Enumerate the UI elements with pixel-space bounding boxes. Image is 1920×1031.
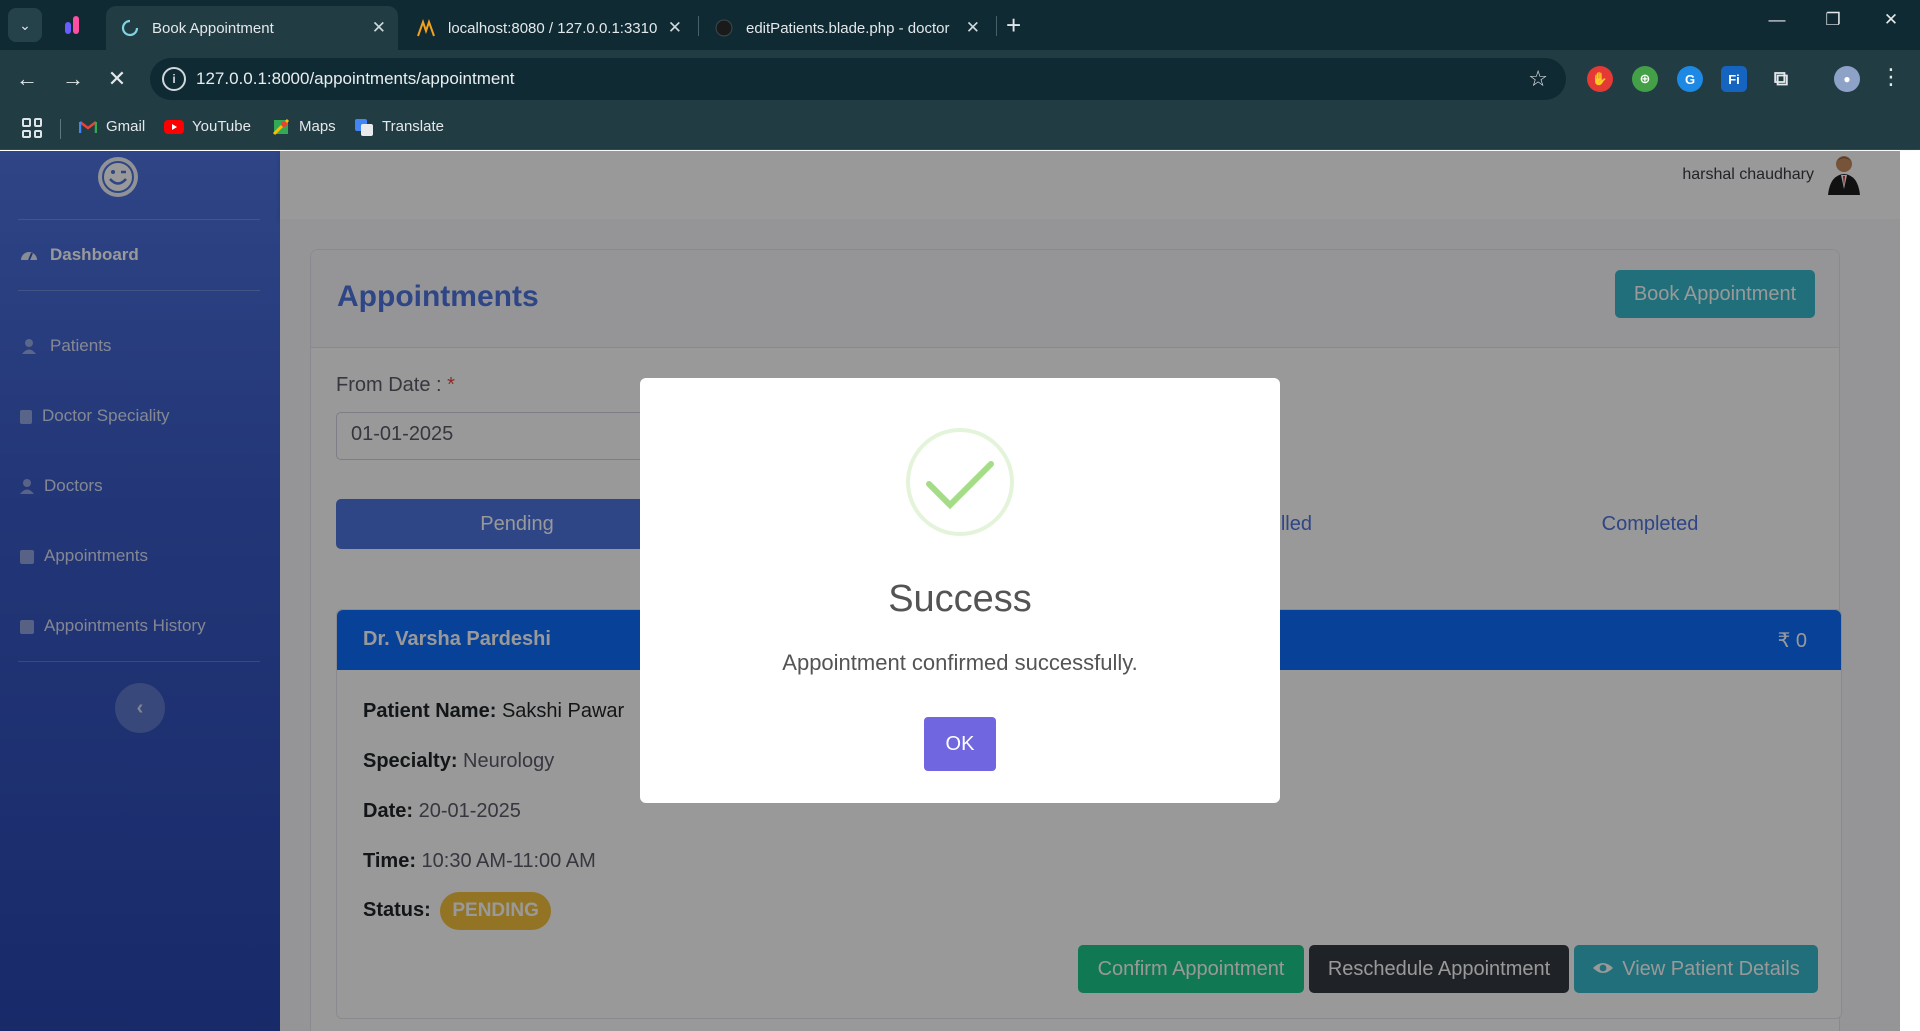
bookmark-label: Translate bbox=[382, 118, 444, 135]
chevron-down-icon: ⌄ bbox=[19, 16, 31, 33]
profile-avatar[interactable]: ● bbox=[1834, 66, 1860, 92]
site-info-icon[interactable]: i bbox=[162, 67, 186, 91]
dialog-title: Success bbox=[888, 578, 1032, 620]
close-icon: ✕ bbox=[1883, 10, 1899, 29]
github-icon bbox=[714, 18, 734, 38]
puzzle-icon[interactable]: ⧉ bbox=[1768, 66, 1794, 92]
forward-button[interactable]: → bbox=[58, 64, 88, 94]
menu-button[interactable]: ⋮ bbox=[1880, 64, 1902, 90]
plus-icon: + bbox=[1006, 10, 1022, 40]
restore-button[interactable]: ❐ bbox=[1818, 10, 1848, 30]
extension-icon[interactable]: Fi bbox=[1721, 66, 1747, 92]
tab-github[interactable]: editPatients.blade.php - doctor ✕ bbox=[700, 6, 992, 50]
minimize-button[interactable]: — bbox=[1762, 10, 1792, 30]
success-dialog: Success Appointment confirmed successful… bbox=[640, 378, 1280, 803]
arrow-right-icon: → bbox=[62, 66, 84, 91]
dialog-message: Appointment confirmed successfully. bbox=[782, 650, 1138, 675]
close-icon[interactable]: ✕ bbox=[372, 18, 386, 38]
arrow-left-icon: ← bbox=[16, 66, 38, 91]
divider bbox=[60, 119, 61, 139]
extension-icon[interactable]: ⊕ bbox=[1632, 66, 1658, 92]
tab-separator bbox=[996, 16, 997, 36]
youtube-icon bbox=[164, 119, 184, 135]
close-icon[interactable]: ✕ bbox=[966, 18, 980, 38]
ok-button[interactable]: OK bbox=[924, 717, 996, 771]
adblock-extension-icon[interactable]: ✋ bbox=[1587, 66, 1613, 92]
translate-icon bbox=[354, 118, 374, 136]
minimize-icon: — bbox=[1768, 10, 1786, 29]
browser-tab-strip: ⌄ Book Appointment ✕ localhost:8080 / 12… bbox=[0, 0, 1920, 50]
tab-book-appointment[interactable]: Book Appointment ✕ bbox=[106, 6, 398, 50]
phpmyadmin-icon bbox=[416, 18, 436, 38]
grammarly-icon[interactable]: G bbox=[1677, 66, 1703, 92]
loading-spinner-icon bbox=[120, 18, 140, 38]
more-vertical-icon: ⋮ bbox=[1880, 64, 1902, 89]
tab-phpmyadmin[interactable]: localhost:8080 / 127.0.0.1:3310 ✕ bbox=[402, 6, 694, 50]
tab-separator bbox=[698, 16, 699, 36]
url-text[interactable]: 127.0.0.1:8000/appointments/appointment bbox=[196, 69, 515, 89]
new-tab-button[interactable]: + bbox=[1006, 10, 1021, 40]
restore-icon: ❐ bbox=[1825, 10, 1841, 29]
window-close-button[interactable]: ✕ bbox=[1876, 10, 1906, 30]
bookmark-maps[interactable]: Maps bbox=[271, 118, 336, 135]
tab-search-button[interactable]: ⌄ bbox=[8, 8, 42, 42]
tab-title: editPatients.blade.php - doctor bbox=[746, 19, 950, 37]
gmail-icon bbox=[78, 119, 98, 135]
back-button[interactable]: ← bbox=[12, 64, 42, 94]
tab-title: Book Appointment bbox=[152, 19, 274, 37]
bookmark-translate[interactable]: Translate bbox=[354, 118, 444, 136]
bookmark-star-icon[interactable]: ☆ bbox=[1528, 66, 1548, 92]
close-icon[interactable]: ✕ bbox=[668, 18, 682, 38]
bookmark-label: Maps bbox=[299, 118, 336, 135]
bookmark-youtube[interactable]: YouTube bbox=[164, 118, 251, 135]
tab-title: localhost:8080 / 127.0.0.1:3310 bbox=[448, 19, 658, 37]
bookmark-label: Gmail bbox=[106, 118, 146, 135]
bookmark-label: YouTube bbox=[192, 118, 251, 135]
pinned-tab[interactable] bbox=[58, 10, 88, 40]
page-edge bbox=[1900, 151, 1920, 1031]
browser-toolbar: ← → ✕ i 127.0.0.1:8000/appointments/appo… bbox=[0, 50, 1920, 108]
address-bar[interactable]: i 127.0.0.1:8000/appointments/appointmen… bbox=[150, 58, 1566, 100]
stop-loading-button[interactable]: ✕ bbox=[102, 64, 132, 94]
app-logo-icon bbox=[65, 16, 79, 34]
bookmark-gmail[interactable]: Gmail bbox=[78, 118, 145, 135]
bookmarks-bar: Gmail YouTube Maps Translate bbox=[0, 108, 1920, 150]
apps-grid-icon[interactable] bbox=[22, 118, 42, 138]
success-check-icon bbox=[906, 428, 1014, 536]
user-icon: ● bbox=[1843, 72, 1851, 86]
close-icon: ✕ bbox=[107, 66, 127, 91]
maps-icon bbox=[271, 118, 291, 135]
